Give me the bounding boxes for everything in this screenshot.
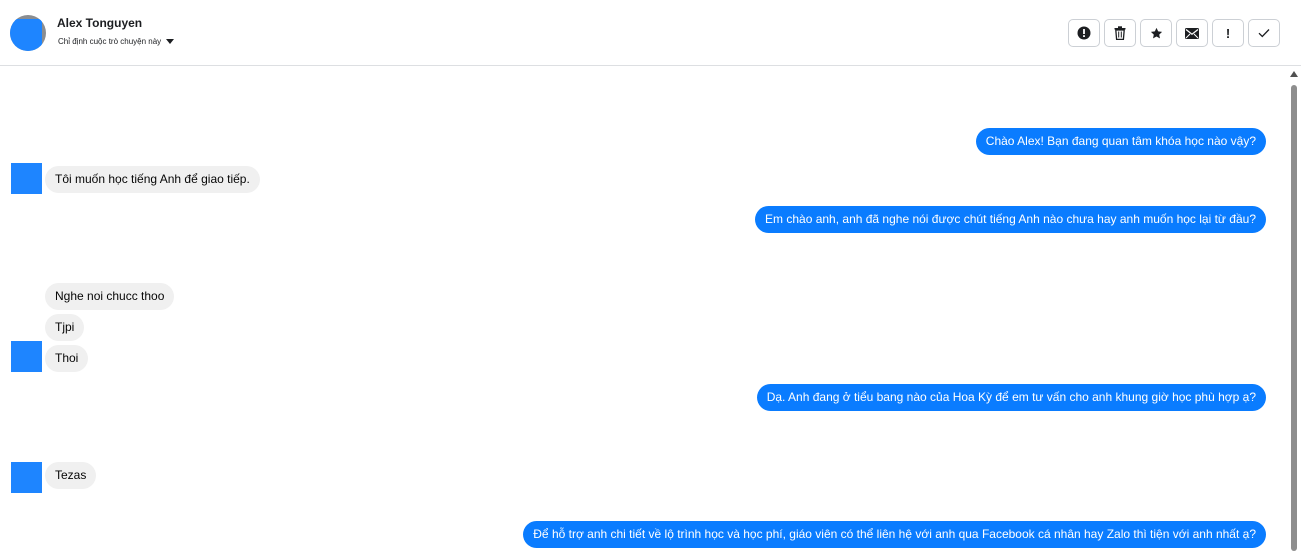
caret-down-icon [166, 39, 175, 44]
alert-circle-icon [1077, 26, 1091, 40]
message-bubble-incoming: Tezas [45, 462, 97, 489]
envelope-icon [1185, 27, 1199, 39]
conversation-header: Alex Tonguyen Chỉ định cuộc trò chuyện n… [0, 0, 1301, 66]
thread-scrollbar[interactable] [1287, 67, 1301, 551]
scrollbar-thumb[interactable] [1291, 85, 1297, 551]
sender-avatar [11, 462, 42, 493]
trash-icon [1114, 26, 1126, 40]
contact-name[interactable]: Alex Tonguyen [57, 16, 142, 30]
assign-conversation-dropdown[interactable]: Chỉ định cuộc trò chuyện này [58, 37, 175, 46]
delete-button[interactable] [1104, 19, 1136, 47]
mark-spam-button[interactable] [1068, 19, 1100, 47]
follow-up-button[interactable]: ! [1212, 19, 1244, 47]
message-bubble-incoming: Tjpi [45, 314, 85, 341]
message-bubble-incoming: Nghe noi chucc thoo [45, 283, 175, 310]
message-bubble-outgoing: Dạ. Anh đang ở tiểu bang nào của Hoa Kỳ … [756, 384, 1266, 411]
message-thread: Chào Alex! Bạn đang quan tâm khóa học nà… [0, 67, 1287, 551]
star-icon [1150, 27, 1162, 38]
exclamation-icon: ! [1225, 25, 1231, 41]
message-bubble-outgoing: Để hỗ trợ anh chi tiết về lộ trình học v… [523, 521, 1266, 548]
message-bubble-outgoing: Chào Alex! Bạn đang quan tâm khóa học nà… [975, 128, 1266, 155]
mark-unread-button[interactable] [1176, 19, 1208, 47]
mark-done-button[interactable] [1248, 19, 1280, 47]
checkmark-icon [1258, 29, 1270, 38]
conversation-actions-toolbar: ! [1068, 19, 1280, 47]
message-bubble-incoming: Thoi [45, 345, 89, 372]
assign-conversation-label: Chỉ định cuộc trò chuyện này [58, 37, 162, 46]
message-bubble-incoming: Tôi muốn học tiếng Anh để giao tiếp. [45, 166, 260, 193]
contact-avatar[interactable] [10, 15, 46, 51]
message-bubble-outgoing: Em chào anh, anh đã nghe nói được chút t… [755, 206, 1266, 233]
sender-avatar [11, 341, 42, 372]
star-button[interactable] [1140, 19, 1172, 47]
sender-avatar [11, 163, 42, 194]
scroll-up-arrow-icon[interactable] [1290, 71, 1298, 77]
